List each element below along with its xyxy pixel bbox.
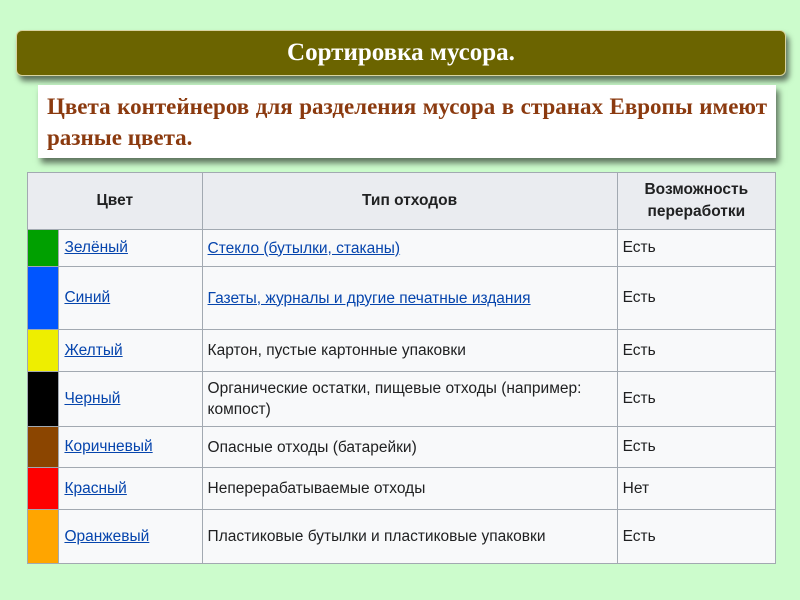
header-waste-type: Тип отходов bbox=[201, 172, 618, 230]
slide-title: Сортировка мусора. bbox=[16, 30, 786, 76]
table-row: Оранжевый Пластиковые бутылки и пластико… bbox=[26, 509, 777, 564]
color-name-link[interactable]: Черный bbox=[64, 390, 120, 407]
color-name-link[interactable]: Зелёный bbox=[64, 239, 128, 256]
recyclable-value: Есть bbox=[616, 266, 777, 330]
waste-type: Пластиковые бутылки и пластиковые упаков… bbox=[207, 528, 546, 545]
color-name-link[interactable]: Красный bbox=[64, 480, 126, 497]
recyclable-value: Есть bbox=[616, 426, 777, 468]
color-swatch bbox=[26, 509, 60, 564]
recyclable-value: Нет bbox=[616, 467, 777, 510]
recyclable-value: Есть bbox=[616, 371, 777, 427]
intro-text: Цвета контейнеров для разделения мусора … bbox=[38, 85, 776, 158]
table-row: Синий Газеты, журналы и другие печатные … bbox=[26, 266, 777, 330]
waste-type: Органические остатки, пищевые отходы (на… bbox=[207, 380, 582, 418]
header-recyclable: Возможность переработки bbox=[616, 172, 777, 230]
recyclable-value: Есть bbox=[616, 229, 777, 267]
recyclable-value: Есть bbox=[616, 329, 777, 372]
color-swatch bbox=[26, 371, 60, 427]
color-swatch bbox=[26, 426, 60, 468]
table-row: Желтый Картон, пустые картонные упаковки… bbox=[26, 329, 777, 372]
table-row: Красный Неперерабатываемые отходы Нет bbox=[26, 467, 777, 510]
waste-type-link[interactable]: Стекло (бутылки, стаканы) bbox=[208, 240, 401, 257]
waste-type: Неперерабатываемые отходы bbox=[207, 480, 426, 497]
waste-type-link[interactable]: Газеты, журналы и другие печатные издани… bbox=[208, 290, 531, 307]
waste-type: Картон, пустые картонные упаковки bbox=[207, 342, 466, 359]
recyclable-value: Есть bbox=[616, 509, 777, 564]
color-name-link[interactable]: Коричневый bbox=[64, 438, 152, 455]
waste-type: Опасные отходы (батарейки) bbox=[207, 438, 417, 456]
color-swatch bbox=[26, 266, 60, 330]
color-swatch bbox=[26, 329, 60, 372]
header-color: Цвет bbox=[27, 172, 203, 230]
waste-sorting-table: Цвет Тип отходов Возможность переработки… bbox=[26, 172, 777, 564]
header-row: Цвет Тип отходов Возможность переработки bbox=[27, 172, 777, 230]
table-row: Зелёный Стекло (бутылки, стаканы) Есть bbox=[26, 229, 777, 267]
table-row: Коричневый Опасные отходы (батарейки) Ес… bbox=[26, 426, 777, 468]
color-name-link[interactable]: Оранжевый bbox=[64, 528, 149, 545]
color-swatch bbox=[26, 229, 60, 267]
table-row: Черный Органические остатки, пищевые отх… bbox=[26, 371, 777, 427]
color-name-link[interactable]: Синий bbox=[64, 289, 110, 306]
color-name-link[interactable]: Желтый bbox=[64, 342, 122, 359]
color-swatch bbox=[26, 467, 60, 510]
